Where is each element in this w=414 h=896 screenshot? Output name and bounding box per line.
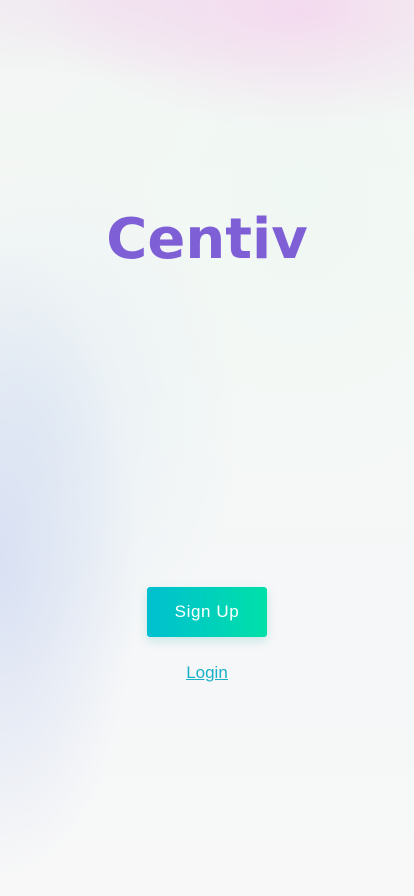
welcome-screen: Centiv Sign Up Login xyxy=(0,0,414,896)
login-link-label: Login xyxy=(186,663,228,682)
app-logo: Centiv xyxy=(106,207,308,272)
sign-up-button-label: Sign Up xyxy=(174,602,240,621)
sign-up-button[interactable]: Sign Up xyxy=(147,587,267,637)
login-link[interactable]: Login xyxy=(0,662,414,684)
